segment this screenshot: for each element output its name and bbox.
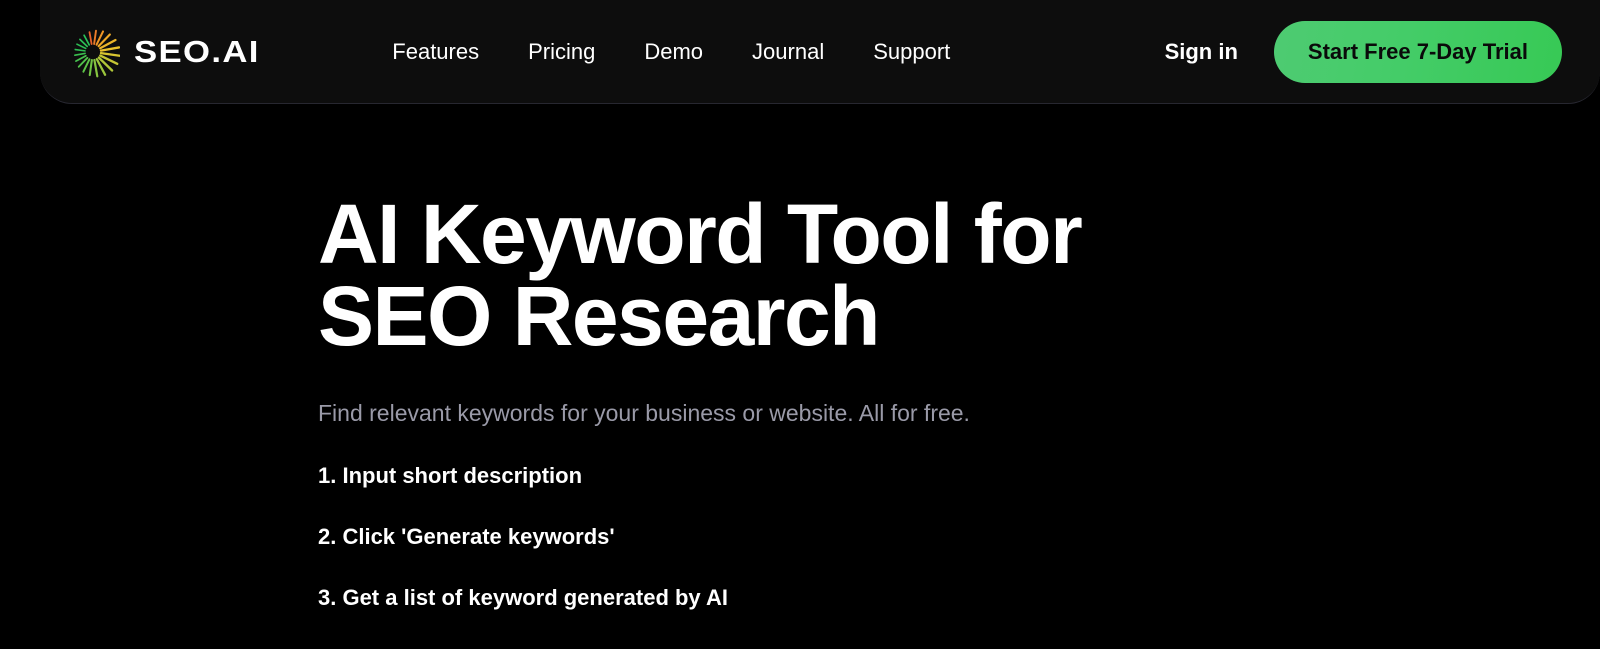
radial-burst-logo-icon xyxy=(74,29,120,77)
nav-item-pricing[interactable]: Pricing xyxy=(528,39,595,65)
start-free-trial-button[interactable]: Start Free 7-Day Trial xyxy=(1273,20,1562,83)
nav-item-journal[interactable]: Journal xyxy=(752,39,824,65)
nav-item-features[interactable]: Features xyxy=(392,39,479,65)
sign-in-link[interactable]: Sign in xyxy=(1165,39,1238,65)
brand-logo-link[interactable]: SEO.AI xyxy=(66,25,258,79)
hero-subtitle: Find relevant keywords for your business… xyxy=(318,399,970,426)
hero-section: AI Keyword Tool for SEO Research Find re… xyxy=(0,104,1600,646)
step-item-2: 2. Click 'Generate keywords' xyxy=(318,523,615,549)
step-item-3: 3. Get a list of keyword generated by AI xyxy=(318,584,728,610)
nav-item-demo[interactable]: Demo xyxy=(644,39,703,65)
step-item-1: 1. Input short description xyxy=(318,462,583,488)
page-title: AI Keyword Tool for SEO Research xyxy=(318,192,1218,358)
nav-item-support[interactable]: Support xyxy=(873,39,950,65)
brand-wordmark: SEO.AI xyxy=(134,33,260,69)
steps-list: 1. Input short description 2. Click 'Gen… xyxy=(318,463,1600,611)
main-navigation: Features Pricing Demo Journal Support xyxy=(392,39,950,65)
site-header: SEO.AI Features Pricing Demo Journal Sup… xyxy=(40,0,1600,104)
page-title-line-2: Research xyxy=(512,269,881,364)
header-actions: Sign in Start Free 7-Day Trial xyxy=(1165,20,1562,83)
